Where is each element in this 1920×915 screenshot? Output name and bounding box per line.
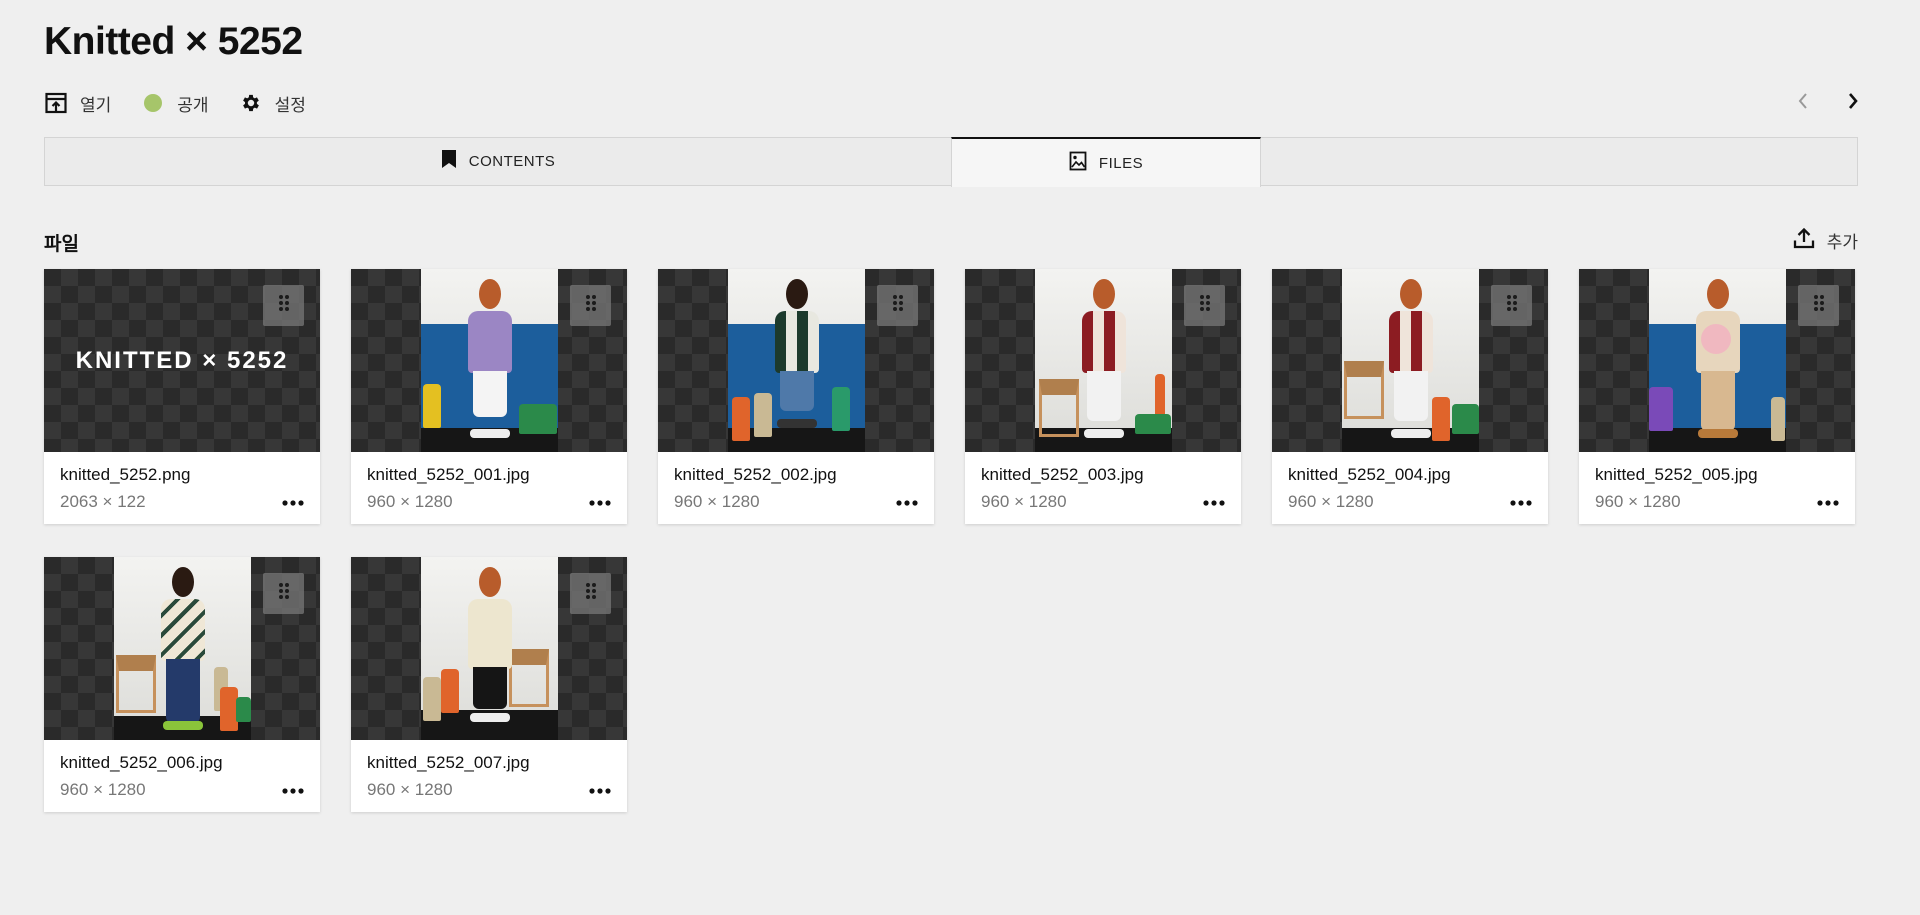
file-card[interactable]: KNITTED × 5252 knitted_5252.png 2063 × 1…: [44, 269, 320, 524]
tab-contents-label: CONTENTS: [468, 153, 556, 170]
tab-bar: CONTENTS FILES: [44, 137, 1858, 187]
file-dimensions: 960 × 1280: [1288, 492, 1374, 511]
more-options-button[interactable]: [1201, 490, 1227, 514]
ellipsis-icon: [1203, 493, 1225, 511]
settings-button[interactable]: 설정: [239, 91, 306, 116]
file-thumbnail[interactable]: [965, 269, 1241, 452]
drag-handle[interactable]: [570, 573, 611, 614]
file-name: knitted_5252.png: [60, 465, 191, 484]
previous-button[interactable]: [1788, 88, 1818, 118]
file-dimensions: 960 × 1280: [981, 492, 1067, 511]
gear-icon: [239, 91, 263, 115]
file-name: knitted_5252_003.jpg: [981, 465, 1144, 484]
file-name: knitted_5252_002.jpg: [674, 465, 837, 484]
file-card[interactable]: knitted_5252_007.jpg 960 × 1280: [351, 557, 627, 812]
file-thumbnail[interactable]: [658, 269, 934, 452]
file-dimensions: 960 × 1280: [1595, 492, 1681, 511]
drag-handle[interactable]: [1184, 285, 1225, 326]
drag-grip-icon: [585, 294, 597, 317]
ellipsis-icon: [1817, 493, 1839, 511]
add-label: 추가: [1826, 233, 1858, 252]
file-name: knitted_5252_007.jpg: [367, 753, 530, 772]
file-thumbnail[interactable]: [44, 557, 320, 740]
file-dimensions: 960 × 1280: [674, 492, 760, 511]
files-section-heading: 파일: [44, 234, 79, 255]
more-options-button[interactable]: [1815, 490, 1841, 514]
drag-handle[interactable]: [1798, 285, 1839, 326]
file-card[interactable]: knitted_5252_001.jpg 960 × 1280: [351, 269, 627, 524]
drag-grip-icon: [1199, 294, 1211, 317]
file-name: knitted_5252_004.jpg: [1288, 465, 1451, 484]
photo-thumbnail: [1649, 269, 1786, 452]
photo-thumbnail: [421, 269, 558, 452]
add-file-button[interactable]: 추가: [1793, 227, 1858, 254]
file-name: knitted_5252_006.jpg: [60, 753, 223, 772]
drag-handle[interactable]: [877, 285, 918, 326]
ellipsis-icon: [896, 493, 918, 511]
open-in-window-icon: [44, 91, 68, 115]
more-options-button[interactable]: [280, 490, 306, 514]
drag-grip-icon: [585, 582, 597, 605]
file-thumbnail[interactable]: [351, 269, 627, 452]
drag-grip-icon: [278, 294, 290, 317]
ellipsis-icon: [589, 781, 611, 799]
file-card[interactable]: knitted_5252_004.jpg 960 × 1280: [1272, 269, 1548, 524]
file-dimensions: 960 × 1280: [367, 780, 453, 799]
ellipsis-icon: [282, 493, 304, 511]
photo-thumbnail: [1035, 269, 1172, 452]
file-thumbnail[interactable]: [351, 557, 627, 740]
upload-icon: [1793, 227, 1815, 254]
photo-thumbnail: [728, 269, 865, 452]
chevron-left-icon: [1797, 92, 1809, 115]
file-name: knitted_5252_001.jpg: [367, 465, 530, 484]
action-bar: 열기 공개 설정: [44, 88, 336, 118]
drag-grip-icon: [1506, 294, 1518, 317]
drag-grip-icon: [1813, 294, 1825, 317]
file-name: knitted_5252_005.jpg: [1595, 465, 1758, 484]
file-card[interactable]: knitted_5252_003.jpg 960 × 1280: [965, 269, 1241, 524]
file-card[interactable]: knitted_5252_002.jpg 960 × 1280: [658, 269, 934, 524]
visibility-label: 공개: [177, 95, 209, 115]
file-card[interactable]: knitted_5252_006.jpg 960 × 1280: [44, 557, 320, 812]
tab-files[interactable]: FILES: [951, 137, 1261, 187]
file-manager-page: Knitted × 5252 열기 공개 설정 CONTENTS FILES 파…: [0, 0, 1920, 915]
file-thumbnail[interactable]: [1272, 269, 1548, 452]
settings-label: 설정: [274, 95, 306, 115]
ellipsis-icon: [282, 781, 304, 799]
file-dimensions: 2063 × 122: [60, 492, 146, 511]
chevron-right-icon: [1847, 92, 1859, 115]
photo-thumbnail: [114, 557, 251, 740]
file-dimensions: 960 × 1280: [60, 780, 146, 799]
bookmark-icon: [441, 149, 457, 174]
open-label: 열기: [80, 95, 112, 115]
file-thumbnail[interactable]: [1579, 269, 1855, 452]
more-options-button[interactable]: [587, 490, 613, 514]
drag-handle[interactable]: [263, 573, 304, 614]
photo-thumbnail: [421, 557, 558, 740]
pager: [1768, 88, 1868, 118]
visibility-toggle[interactable]: 공개: [141, 91, 209, 116]
ellipsis-icon: [589, 493, 611, 511]
image-icon: [1069, 151, 1087, 176]
tab-contents[interactable]: CONTENTS: [45, 137, 951, 186]
more-options-button[interactable]: [587, 778, 613, 802]
drag-handle[interactable]: [570, 285, 611, 326]
next-button[interactable]: [1838, 88, 1868, 118]
file-card[interactable]: knitted_5252_005.jpg 960 × 1280: [1579, 269, 1855, 524]
file-thumbnail[interactable]: KNITTED × 5252: [44, 269, 320, 452]
more-options-button[interactable]: [1508, 490, 1534, 514]
more-options-button[interactable]: [280, 778, 306, 802]
drag-grip-icon: [278, 582, 290, 605]
drag-handle[interactable]: [1491, 285, 1532, 326]
drag-handle[interactable]: [263, 285, 304, 326]
open-button[interactable]: 열기: [44, 91, 111, 116]
page-title: Knitted × 5252: [44, 20, 303, 63]
status-dot-icon: [141, 91, 165, 115]
photo-thumbnail: [1342, 269, 1479, 452]
ellipsis-icon: [1510, 493, 1532, 511]
drag-grip-icon: [892, 294, 904, 317]
file-dimensions: 960 × 1280: [367, 492, 453, 511]
tab-files-label: FILES: [1098, 154, 1144, 172]
more-options-button[interactable]: [894, 490, 920, 514]
